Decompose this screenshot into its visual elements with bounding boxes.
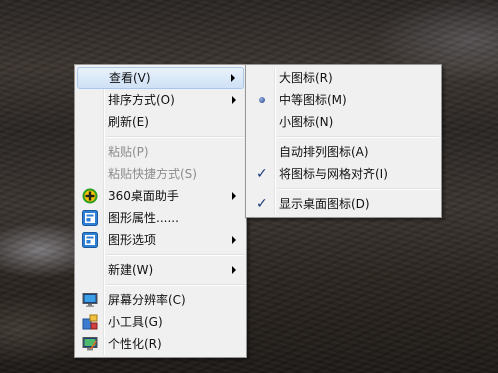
gadgets-icon [82, 314, 98, 330]
submenu-item-small-icons[interactable]: 小图标(N) [248, 111, 439, 133]
submenu-arrow-icon [232, 266, 236, 274]
graphics-options-icon [82, 232, 98, 248]
submenu-arrow-icon [231, 74, 235, 82]
menu-item-sort-by[interactable]: 排序方式(O) [77, 89, 244, 111]
desktop-context-menu: 查看(V) 排序方式(O) 刷新(E) 粘贴(P) 粘贴快捷方式(S) 360桌… [74, 64, 247, 358]
submenu-item-align-to-grid-label: 将图标与网格对齐(I) [279, 167, 388, 181]
menu-separator [277, 136, 439, 138]
menu-item-new[interactable]: 新建(W) [77, 259, 244, 281]
menu-item-graphics-properties[interactable]: 图形属性...... [77, 207, 244, 229]
submenu-arrow-icon [232, 192, 236, 200]
menu-item-gadgets-label: 小工具(G) [108, 315, 163, 329]
360-plus-icon [82, 188, 98, 204]
monitor-icon [82, 293, 98, 307]
menu-item-paste[interactable]: 粘贴(P) [77, 141, 244, 163]
menu-item-gadgets[interactable]: 小工具(G) [77, 311, 244, 333]
checkmark-icon: ✓ [256, 196, 268, 212]
menu-item-personalize-label: 个性化(R) [108, 337, 162, 351]
graphics-properties-icon [82, 210, 98, 226]
menu-separator [106, 136, 244, 138]
menu-item-graphics-options[interactable]: 图形选项 [77, 229, 244, 251]
menu-item-paste-label: 粘贴(P) [108, 145, 149, 159]
submenu-item-auto-arrange[interactable]: 自动排列图标(A) [248, 141, 439, 163]
submenu-item-auto-arrange-label: 自动排列图标(A) [279, 145, 369, 159]
submenu-item-medium-icons[interactable]: 中等图标(M) [248, 89, 439, 111]
menu-separator [106, 254, 244, 256]
menu-item-360-assistant-label: 360桌面助手 [108, 189, 179, 203]
menu-separator [277, 188, 439, 190]
radio-selected-icon [259, 97, 265, 103]
menu-item-360-assistant[interactable]: 360桌面助手 [77, 185, 244, 207]
menu-item-graphics-options-label: 图形选项 [108, 233, 157, 247]
checkmark-icon: ✓ [256, 166, 268, 182]
menu-item-refresh-label: 刷新(E) [108, 115, 149, 129]
submenu-item-large-icons[interactable]: 大图标(R) [248, 67, 439, 89]
menu-item-screen-resolution-label: 屏幕分辨率(C) [108, 293, 186, 307]
menu-item-new-label: 新建(W) [108, 263, 154, 277]
menu-item-personalize[interactable]: 个性化(R) [77, 333, 244, 355]
submenu-item-large-icons-label: 大图标(R) [279, 71, 333, 85]
submenu-item-show-desktop-icons-label: 显示桌面图标(D) [279, 197, 370, 211]
personalize-icon [82, 337, 98, 351]
submenu-item-medium-icons-label: 中等图标(M) [279, 93, 347, 107]
submenu-item-align-to-grid[interactable]: ✓ 将图标与网格对齐(I) [248, 163, 439, 185]
menu-item-view[interactable]: 查看(V) [77, 67, 244, 89]
menu-separator [106, 284, 244, 286]
menu-item-sort-by-label: 排序方式(O) [108, 93, 175, 107]
submenu-item-small-icons-label: 小图标(N) [279, 115, 334, 129]
submenu-arrow-icon [232, 96, 236, 104]
menu-item-paste-shortcut[interactable]: 粘贴快捷方式(S) [77, 163, 244, 185]
menu-item-screen-resolution[interactable]: 屏幕分辨率(C) [77, 289, 244, 311]
submenu-item-show-desktop-icons[interactable]: ✓ 显示桌面图标(D) [248, 193, 439, 215]
menu-item-paste-shortcut-label: 粘贴快捷方式(S) [108, 167, 197, 181]
submenu-arrow-icon [232, 236, 236, 244]
menu-item-graphics-properties-label: 图形属性...... [108, 211, 179, 225]
menu-item-refresh[interactable]: 刷新(E) [77, 111, 244, 133]
view-submenu: 大图标(R) 中等图标(M) 小图标(N) 自动排列图标(A) ✓ 将图标与网格… [245, 64, 442, 218]
menu-item-view-label: 查看(V) [109, 71, 151, 85]
